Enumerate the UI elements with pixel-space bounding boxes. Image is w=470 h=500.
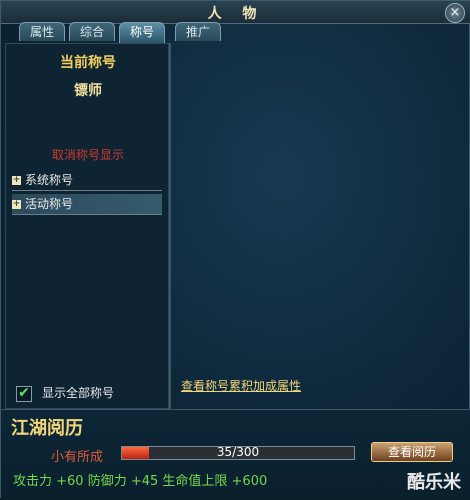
experience-bar: 35/300: [121, 445, 355, 460]
view-history-button[interactable]: 查看阅历: [371, 442, 453, 462]
category-event-titles[interactable]: + 活动称号: [12, 194, 162, 215]
experience-rank-label: 小有所成: [51, 450, 104, 465]
category-label: 系统称号: [25, 173, 74, 187]
expand-icon[interactable]: +: [12, 200, 21, 209]
tab-overview[interactable]: 综合: [69, 22, 115, 41]
current-title-value: 镖师: [74, 83, 102, 99]
close-button[interactable]: ×: [445, 3, 465, 23]
jianghu-title: 江湖阅历: [11, 418, 83, 439]
experience-text: 35/300: [216, 445, 260, 459]
show-all-label: 显示全部称号: [42, 386, 115, 400]
tab-attributes[interactable]: 属性: [19, 22, 65, 41]
category-label: 活动称号: [25, 197, 74, 211]
tab-promotion[interactable]: 推广: [175, 22, 221, 41]
view-title-attributes-link[interactable]: 查看称号累积加成属性: [181, 377, 301, 394]
expand-icon[interactable]: +: [12, 176, 21, 185]
show-all-titles-row[interactable]: ✔ 显示全部称号: [16, 384, 114, 402]
panel-divider: [169, 43, 171, 409]
window-titlebar[interactable]: 人 物 ×: [1, 1, 470, 24]
hide-title-link[interactable]: 取消称号显示: [6, 146, 170, 163]
title-list-panel: 当前称号 镖师 取消称号显示 + 系统称号 + 活动称号 ✔ 显示全部称号: [5, 43, 169, 409]
stat-bonuses: 攻击力 +60 防御力 +45 生命值上限 +600: [13, 474, 268, 489]
character-window: 人 物 × 属性 综合 称号 推广 当前称号 镖师 取消称号显示 + 系统称号 +…: [0, 0, 470, 500]
window-title: 人 物: [207, 6, 265, 22]
category-system-titles[interactable]: + 系统称号: [12, 170, 162, 191]
jianghu-section: 江湖阅历 小有所成 35/300 查看阅历 攻击力 +60 防御力 +45 生命…: [1, 409, 470, 500]
tab-titles[interactable]: 称号: [119, 22, 165, 43]
watermark: 酷乐米: [407, 472, 461, 493]
show-all-checkbox[interactable]: ✔: [16, 385, 32, 402]
current-title-label: 当前称号: [60, 55, 116, 71]
